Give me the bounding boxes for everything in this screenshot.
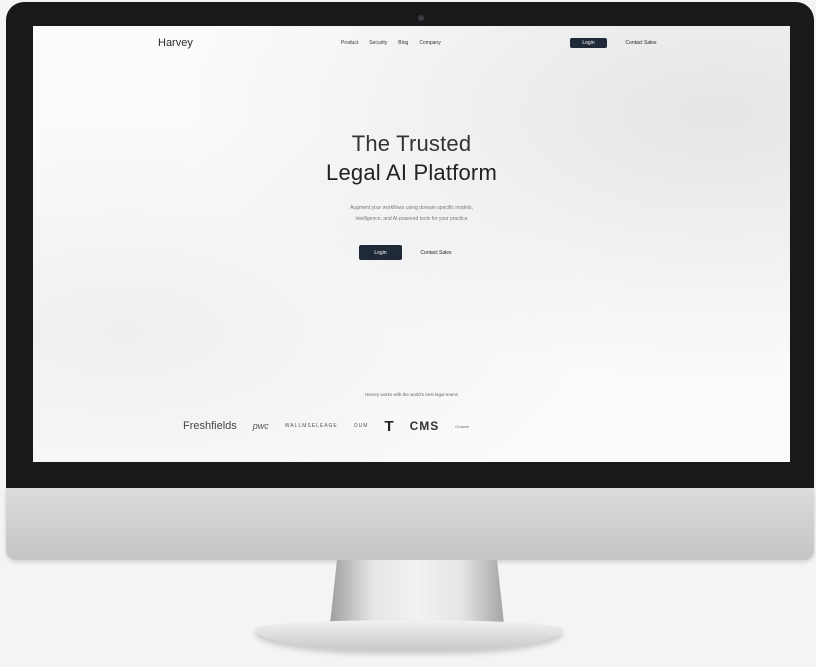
navbar: Harvey Product Security Blog Company Log… — [33, 26, 790, 62]
client-logo-cms: CMS — [409, 419, 440, 433]
client-logo-crowne: Crowne — [455, 423, 470, 429]
monitor-chin — [6, 488, 814, 560]
client-logos-row: Freshfields pwc WALLMSELEAGE OUM T CMS C… — [183, 414, 653, 438]
hero-subtitle-line1: Augment your workflows using domain-spec… — [350, 205, 473, 211]
monitor-stand — [330, 560, 504, 624]
nav-links: Product Security Blog Company — [341, 40, 441, 46]
hero-title-line2: Legal AI Platform — [326, 160, 497, 185]
monitor-base — [255, 620, 563, 650]
client-logo-freshfields: Freshfields — [183, 420, 237, 432]
trusted-by-text: Harvey works with the world's best legal… — [364, 392, 459, 397]
hero-subtitle-line2: intelligence, and AI-powered tools for y… — [355, 216, 468, 222]
nav-link-security[interactable]: Security — [369, 40, 387, 46]
monitor-screen: Harvey Product Security Blog Company Log… — [33, 26, 790, 462]
client-logo-oum: OUM — [353, 423, 369, 429]
hero-login-button[interactable]: Login — [359, 245, 402, 260]
client-logo-t: T — [384, 417, 394, 435]
client-logo-pwc: pwc — [252, 421, 269, 431]
nav-contact-sales-button[interactable]: Contact Sales — [616, 38, 666, 48]
nav-link-blog[interactable]: Blog — [398, 40, 408, 46]
harvey-logo[interactable]: Harvey — [158, 37, 193, 49]
nav-link-product[interactable]: Product — [341, 40, 358, 46]
hero-contact-sales-button[interactable]: Contact Sales — [408, 245, 464, 260]
nav-link-company[interactable]: Company — [419, 40, 440, 46]
client-logo-wallmseleage: WALLMSELEAGE — [284, 423, 338, 429]
hero-title-line1: The Trusted — [351, 131, 472, 156]
camera-icon — [418, 15, 424, 21]
nav-login-button[interactable]: Login — [570, 38, 607, 48]
